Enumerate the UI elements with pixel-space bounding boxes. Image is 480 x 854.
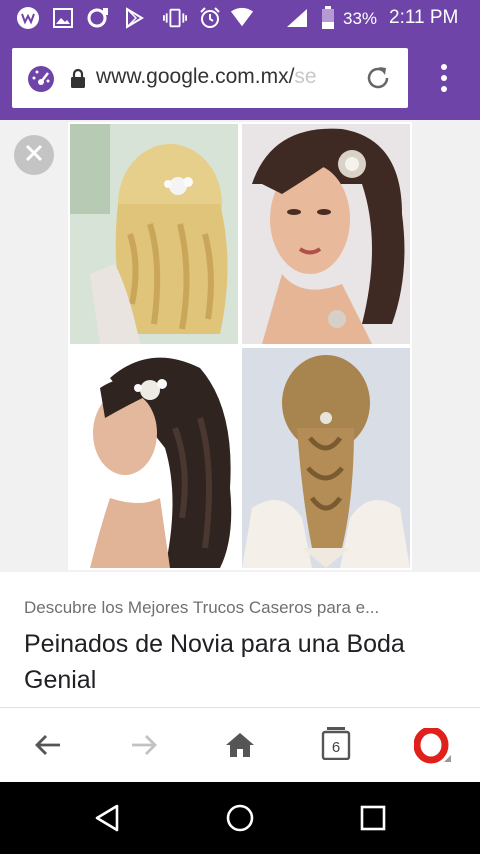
vpn-icon [16, 6, 40, 30]
update-icon [86, 6, 110, 30]
close-icon [24, 143, 44, 168]
url-main: www.google.com.mx/ [96, 65, 295, 88]
vibrate-icon [163, 6, 187, 30]
result-title[interactable]: Peinados de Novia para una Boda Genial [24, 626, 464, 698]
result-source[interactable]: Descubre los Mejores Trucos Caseros para… [24, 598, 464, 618]
close-button[interactable] [14, 135, 54, 175]
status-bar: 33% 2:11 PM [0, 0, 480, 36]
battery-percent: 33% [343, 9, 378, 28]
back-triangle-icon[interactable] [91, 802, 123, 834]
bride-back-blonde-curls-photo [70, 124, 238, 344]
url-text[interactable]: www.google.com.mx/se [96, 65, 356, 91]
home-circle-icon[interactable] [224, 802, 256, 834]
address-bar[interactable]: www.google.com.mx/se [12, 48, 408, 108]
tab-count: 6 [331, 738, 341, 756]
bride-back-braided-ponytail-photo [242, 348, 410, 568]
opera-logo-icon[interactable] [414, 728, 454, 764]
menu-icon[interactable] [432, 62, 456, 94]
home-icon[interactable] [224, 729, 256, 761]
reload-icon[interactable] [364, 64, 392, 92]
play-store-icon [122, 6, 146, 30]
bride-portrait-brunette-photo [242, 124, 410, 344]
url-faded: se [294, 65, 317, 88]
forward-arrow-icon[interactable] [128, 729, 160, 761]
speed-dial-icon[interactable] [26, 64, 56, 92]
tabs-icon[interactable]: 6 [320, 726, 352, 762]
back-arrow-icon[interactable] [32, 729, 64, 761]
android-nav-bar [0, 782, 480, 854]
lock-icon [70, 68, 86, 88]
image-result-panel[interactable]: Descubre los Mejores Trucos Caseros para… [0, 572, 480, 708]
battery-icon [316, 6, 340, 30]
signal-icon [285, 6, 309, 30]
status-clock: 2:11 PM [389, 7, 459, 28]
image-viewer [0, 120, 480, 572]
image-icon [51, 6, 75, 30]
recents-square-icon[interactable] [357, 802, 389, 834]
wifi-icon [230, 6, 254, 30]
alarm-icon [198, 6, 222, 30]
hairstyle-collage-image[interactable] [68, 122, 412, 570]
bride-side-dark-curls-photo [70, 348, 238, 568]
browser-bottom-nav: 6 [0, 708, 480, 782]
browser-toolbar: www.google.com.mx/se [0, 36, 480, 120]
